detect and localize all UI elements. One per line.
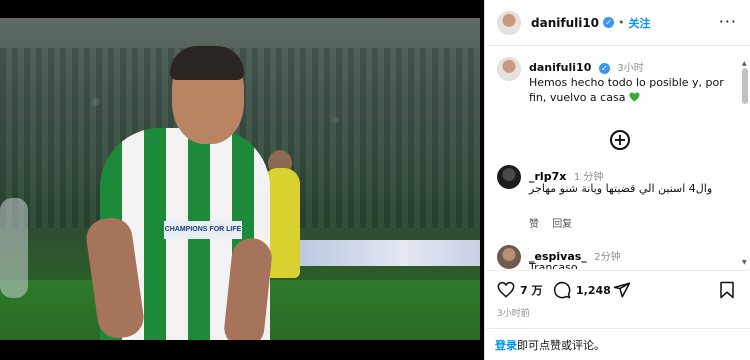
login-link[interactable]: 登录 (495, 337, 517, 353)
like-action[interactable]: 7 万 (497, 281, 542, 298)
comment-like-button[interactable]: 赞 (529, 219, 539, 230)
share-plane-icon[interactable] (613, 281, 631, 299)
author-avatar[interactable] (497, 10, 521, 35)
bookmark-icon[interactable] (719, 281, 735, 299)
load-more-comments-icon[interactable]: + (610, 130, 630, 150)
caption-text-wrap: Hemos hecho todo lo posible y, por fin, … (529, 75, 725, 105)
comment-avatar[interactable] (497, 165, 521, 189)
login-prompt: 登录 即可点赞或评论。 (485, 328, 750, 360)
comment-action[interactable]: 1,248 (553, 281, 611, 299)
save-action[interactable] (719, 281, 735, 299)
post-timestamp[interactable]: 3小时前 (497, 306, 530, 319)
scroll-down-icon[interactable]: ▼ (742, 259, 747, 266)
caption-verified-badge-icon: ✓ (598, 63, 610, 74)
like-count: 7 万 (520, 283, 543, 297)
photo-background-player (0, 198, 28, 298)
green-heart-icon (629, 92, 640, 102)
verified-badge-icon: ✓ (603, 17, 615, 28)
photo-player-hair (170, 46, 244, 80)
comment-reply-button[interactable]: 回复 (552, 219, 572, 230)
comment-item: _rlp7x 1 分钟 وال4 اسنين الي قضيتها ويانة … (497, 165, 737, 235)
caption-time[interactable]: 3小时 (617, 63, 643, 74)
caption-header: danifuli10 ✓ 3小时 (529, 59, 644, 74)
post-photo[interactable]: CHAMPIONS FOR LIFE (0, 18, 480, 340)
more-options-icon[interactable]: ··· (719, 14, 737, 30)
scroll-up-icon[interactable]: ▲ (742, 60, 747, 67)
scroll-thumb[interactable] (742, 68, 748, 104)
header-separator: • (618, 16, 625, 29)
comment-actions: 赞 回复 (529, 215, 582, 230)
photo-jersey-sponsor: CHAMPIONS FOR LIFE (164, 221, 242, 239)
share-action[interactable] (613, 281, 631, 299)
comment-text: Trancaso (529, 261, 578, 269)
comments-section: danifuli10 ✓ 3小时 Hemos hecho todo lo pos… (485, 47, 750, 269)
follow-button[interactable]: 关注 (629, 15, 651, 31)
caption-avatar[interactable] (497, 57, 521, 81)
photo-stadium-banner (290, 240, 480, 266)
caption-username[interactable]: danifuli10 (529, 61, 591, 74)
post-header: danifuli10 ✓ • 关注 ··· (485, 0, 750, 46)
comment-text: وال4 اسنين الي قضيتها ويانة شنو مهاجر (529, 182, 713, 195)
caption-text: Hemos hecho todo lo posible y, por fin, … (529, 76, 724, 104)
comments-scrollbar[interactable]: ▲ ▼ (742, 60, 748, 266)
post-media[interactable]: CHAMPIONS FOR LIFE (0, 0, 484, 360)
comment-item: _espivas_ 2分钟 Trancaso (497, 245, 737, 269)
comment-avatar[interactable] (497, 245, 521, 269)
post-side-panel: danifuli10 ✓ • 关注 ··· danifuli10 ✓ 3小时 H… (484, 0, 750, 360)
comment-time: 2分钟 (594, 252, 621, 263)
login-prompt-text: 即可点赞或评论。 (517, 338, 605, 352)
author-username[interactable]: danifuli10 (531, 16, 599, 30)
comment-bubble-icon[interactable] (553, 281, 571, 299)
heart-icon[interactable] (497, 281, 515, 298)
comment-count: 1,248 (576, 283, 611, 297)
